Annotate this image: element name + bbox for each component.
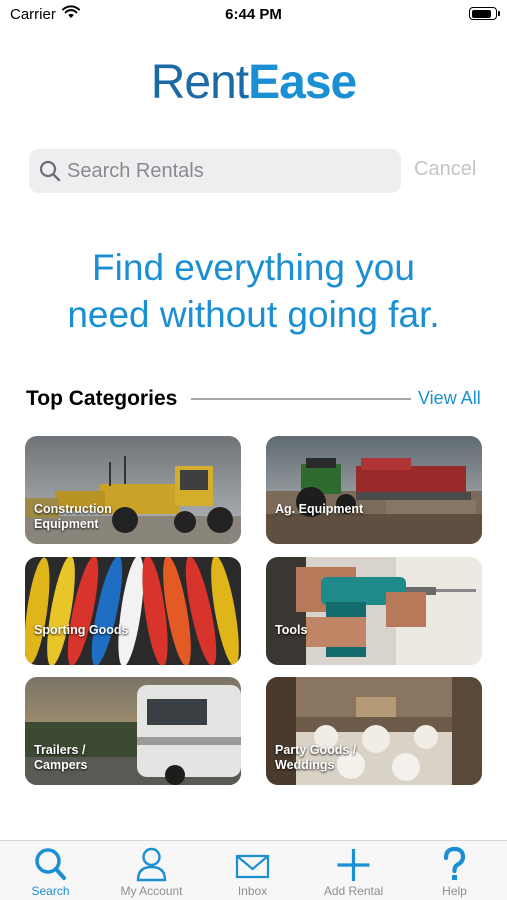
battery-icon — [469, 7, 500, 20]
category-tile-ag-equipment[interactable]: Ag. Equipment — [266, 436, 482, 544]
category-label: Party Goods / Weddings — [275, 743, 357, 772]
tab-label: Add Rental — [323, 884, 384, 898]
category-tile-construction[interactable]: Construction Equipment — [25, 436, 241, 544]
tab-label: My Account — [120, 884, 183, 898]
envelope-icon — [232, 846, 273, 882]
search-icon — [30, 846, 71, 882]
category-tile-party-goods[interactable]: Party Goods / Weddings — [266, 677, 482, 785]
logo-part-2: Ease — [248, 56, 357, 109]
status-bar: Carrier 6:44 PM — [0, 0, 507, 30]
tab-search[interactable]: Search — [0, 841, 101, 900]
plus-icon — [333, 846, 374, 882]
tab-help[interactable]: Help — [404, 841, 505, 900]
tab-add-rental[interactable]: Add Rental — [303, 841, 404, 900]
tab-label: Inbox — [237, 884, 268, 898]
tab-my-account[interactable]: My Account — [101, 841, 202, 900]
tab-bar: Search My Account Inbox Add Rental Help — [0, 840, 507, 900]
battery-level — [471, 9, 491, 18]
power-drill-photo — [266, 557, 482, 665]
logo-part-1: Rent — [150, 56, 249, 109]
category-label: Sporting Goods — [34, 623, 129, 637]
tagline: Find everything you need without going f… — [0, 244, 507, 338]
person-icon — [131, 846, 172, 882]
category-tile-sporting-goods[interactable]: Sporting Goods — [25, 557, 241, 665]
category-tile-tools[interactable]: Tools — [266, 557, 482, 665]
tab-label: Help — [442, 884, 467, 898]
search-input[interactable] — [67, 149, 387, 193]
cancel-button[interactable]: Cancel — [414, 158, 476, 181]
tagline-text: Find everything you need without going f… — [67, 247, 440, 335]
section-title: Top Categories — [26, 387, 178, 410]
category-label: Construction Equipment — [34, 502, 112, 531]
category-label: Tools — [275, 623, 308, 637]
category-label: Ag. Equipment — [275, 502, 364, 516]
tab-inbox[interactable]: Inbox — [202, 841, 303, 900]
tractor-photo — [266, 436, 482, 544]
category-label: Trailers / Campers — [34, 743, 88, 772]
tab-label: Search — [31, 884, 70, 898]
clock: 6:44 PM — [225, 6, 282, 23]
search-icon — [39, 160, 61, 187]
view-all-link[interactable]: View All — [418, 388, 481, 409]
kayaks-photo — [25, 557, 241, 665]
section-divider — [191, 398, 411, 400]
search-bar[interactable] — [29, 149, 401, 193]
app-logo: RentEase — [0, 55, 507, 110]
question-mark-icon — [434, 846, 475, 882]
category-tile-trailers[interactable]: Trailers / Campers — [25, 677, 241, 785]
